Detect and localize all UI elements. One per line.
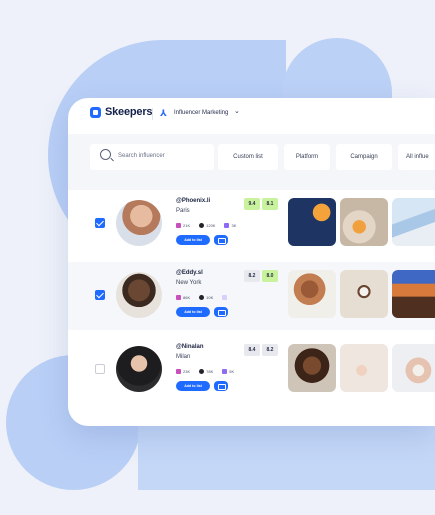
influencer-city: New York <box>176 280 202 286</box>
social-stats: 86K 10K <box>176 295 238 300</box>
youtube-count: 5K <box>229 369 235 374</box>
row-checkbox[interactable] <box>95 364 105 374</box>
content-thumbnail[interactable] <box>288 270 336 318</box>
content-thumbnail[interactable] <box>288 344 336 392</box>
content-thumbnail[interactable] <box>392 270 435 318</box>
tiktok-icon <box>199 369 205 374</box>
content-thumbnail[interactable] <box>340 198 388 246</box>
divider <box>152 108 153 120</box>
row-checkbox[interactable] <box>95 290 105 300</box>
brand-name: Skeepers <box>105 106 153 118</box>
instagram-icon <box>176 369 181 374</box>
search-input[interactable]: Search influencer <box>90 144 214 170</box>
influencer-city: Milan <box>176 354 191 360</box>
instagram-icon <box>176 295 181 300</box>
filter-custom-list[interactable]: Custom list <box>218 144 278 170</box>
youtube-count: 3K <box>231 223 237 228</box>
mail-icon[interactable] <box>214 235 228 245</box>
add-to-list-button[interactable]: Add to list <box>176 307 210 317</box>
avatar <box>116 346 162 392</box>
filter-all-influencers[interactable]: All influe <box>398 144 435 170</box>
instagram-icon <box>176 223 181 228</box>
social-stats: 21K 120K 3K <box>176 223 245 228</box>
row-checkbox[interactable] <box>95 218 105 228</box>
search-icon <box>100 149 111 160</box>
influencer-marketing-icon: ⅄ <box>160 108 167 118</box>
social-stats: 23K 78K 5K <box>176 369 243 374</box>
influencer-handle[interactable]: @Phoenix.li <box>176 198 210 204</box>
youtube-icon <box>224 223 230 228</box>
tiktok-icon <box>199 223 205 228</box>
tiktok-count: 10K <box>206 295 214 300</box>
instagram-count: 21K <box>183 223 191 228</box>
app-window: Skeepers ⅄ Influencer Marketing ⌄ Search… <box>68 98 435 426</box>
score-badge: 9.4 <box>244 198 260 210</box>
score-badge: 8.4 <box>244 344 260 356</box>
instagram-count: 86K <box>183 295 191 300</box>
content-thumbnail[interactable] <box>392 198 435 246</box>
content-thumbnail[interactable] <box>340 270 388 318</box>
influencer-city: Paris <box>176 208 190 214</box>
filter-platform[interactable]: Platform <box>284 144 330 170</box>
table-row: @Phoenix.li Paris 21K 120K 3K Add to lis… <box>68 190 435 258</box>
filter-campaign[interactable]: Campaign <box>336 144 392 170</box>
score-badge: 8.2 <box>244 270 260 282</box>
content-thumbnail[interactable] <box>288 198 336 246</box>
product-switcher-label[interactable]: Influencer Marketing <box>174 110 228 116</box>
table-row: @Ninalan Milan 23K 78K 5K Add to list 8.… <box>68 336 435 404</box>
add-to-list-button[interactable]: Add to list <box>176 381 210 391</box>
tiktok-count: 120K <box>206 223 216 228</box>
score-badge: 8.0 <box>262 270 278 282</box>
youtube-icon <box>222 369 228 374</box>
tiktok-count: 78K <box>206 369 214 374</box>
influencer-handle[interactable]: @Eddy.sl <box>176 270 203 276</box>
youtube-icon <box>222 295 228 300</box>
score-badge: 8.2 <box>262 344 278 356</box>
influencer-handle[interactable]: @Ninalan <box>176 344 204 350</box>
skeepers-logo-icon <box>90 106 101 118</box>
mail-icon[interactable] <box>214 381 228 391</box>
score-badge: 8.1 <box>262 198 278 210</box>
instagram-count: 23K <box>183 369 191 374</box>
chevron-down-icon[interactable]: ⌄ <box>234 107 240 115</box>
avatar <box>116 200 162 246</box>
mail-icon[interactable] <box>214 307 228 317</box>
add-to-list-button[interactable]: Add to list <box>176 235 210 245</box>
content-thumbnail[interactable] <box>392 344 435 392</box>
tiktok-icon <box>199 295 205 300</box>
brand-logo[interactable]: Skeepers <box>90 106 153 118</box>
top-bar: Skeepers ⅄ Influencer Marketing ⌄ <box>68 98 435 130</box>
avatar <box>116 272 162 318</box>
table-row: @Eddy.sl New York 86K 10K Add to list 8.… <box>68 262 435 330</box>
search-placeholder: Search influencer <box>118 153 165 159</box>
content-thumbnail[interactable] <box>340 344 388 392</box>
filter-bar: Search influencer Custom list Platform C… <box>68 134 435 190</box>
